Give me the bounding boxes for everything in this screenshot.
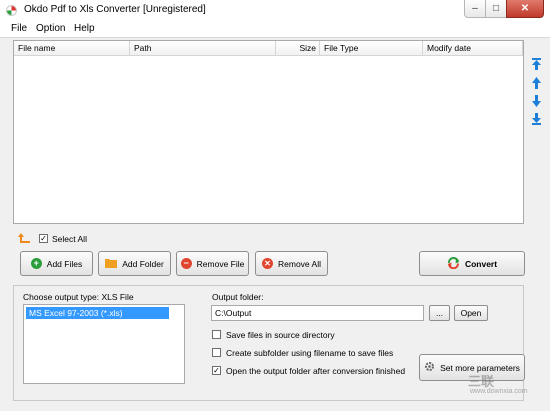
move-bottom-icon[interactable] [530, 113, 542, 125]
open-button[interactable]: Open [454, 305, 488, 321]
menu-option[interactable]: Option [36, 23, 65, 34]
remove-all-icon: ✕ [262, 258, 273, 269]
add-files-button[interactable]: + Add Files [20, 251, 93, 276]
open-folder-after-checkbox[interactable]: ✓ [212, 366, 221, 375]
folder-icon [105, 258, 118, 270]
remove-file-button[interactable]: − Remove File [176, 251, 249, 276]
column-modify-date[interactable]: Modify date [423, 41, 523, 55]
output-folder-input[interactable] [211, 305, 424, 321]
column-size[interactable]: Size [276, 41, 320, 55]
menu-help[interactable]: Help [74, 23, 95, 34]
column-path[interactable]: Path [130, 41, 276, 55]
up-folder-icon[interactable] [17, 232, 31, 246]
output-type-item-xls[interactable]: MS Excel 97-2003 (*.xls) [26, 307, 169, 319]
browse-button[interactable]: ... [429, 305, 450, 321]
save-in-source-label: Save files in source directory [226, 330, 335, 340]
move-top-icon[interactable] [530, 58, 542, 70]
add-icon: + [30, 258, 42, 269]
column-file-type[interactable]: File Type [320, 41, 423, 55]
output-folder-label: Output folder: [212, 292, 264, 302]
output-type-label: Choose output type: XLS File [23, 292, 134, 302]
remove-file-label: Remove File [196, 258, 245, 269]
convert-button[interactable]: Convert [419, 251, 525, 276]
add-folder-label: Add Folder [122, 258, 164, 269]
gear-icon [424, 361, 435, 374]
window-title: Okdo Pdf to Xls Converter [Unregistered] [24, 4, 206, 15]
add-files-label: Add Files [46, 258, 83, 269]
remove-all-button[interactable]: ✕ Remove All [255, 251, 328, 276]
minus-icon: − [180, 258, 192, 269]
title-bar: Okdo Pdf to Xls Converter [Unregistered]… [0, 0, 550, 21]
select-all-checkbox[interactable]: ✓ [39, 234, 48, 243]
select-all-label: Select All [52, 234, 87, 244]
file-list[interactable]: File name Path Size File Type Modify dat… [13, 40, 524, 224]
column-file-name[interactable]: File name [14, 41, 130, 55]
save-in-source-checkbox[interactable] [212, 330, 221, 339]
watermark-url: www.downxia.com [470, 388, 528, 395]
menu-bar: File Option Help [0, 21, 550, 38]
move-down-icon[interactable] [530, 95, 542, 107]
add-folder-button[interactable]: Add Folder [98, 251, 171, 276]
create-subfolder-label: Create subfolder using filename to save … [226, 348, 394, 358]
create-subfolder-checkbox[interactable] [212, 348, 221, 357]
convert-icon [447, 256, 460, 271]
app-icon [6, 5, 17, 16]
close-button[interactable]: ✕ [506, 0, 544, 18]
file-list-header: File name Path Size File Type Modify dat… [14, 41, 523, 56]
open-folder-after-label: Open the output folder after conversion … [226, 366, 406, 376]
menu-file[interactable]: File [11, 23, 27, 34]
minimize-button[interactable]: – [464, 0, 486, 18]
convert-label: Convert [464, 258, 498, 269]
output-type-list[interactable]: MS Excel 97-2003 (*.xls) [23, 304, 185, 384]
move-up-icon[interactable] [530, 77, 542, 89]
maximize-button[interactable]: □ [485, 0, 507, 18]
remove-all-label: Remove All [278, 258, 321, 269]
